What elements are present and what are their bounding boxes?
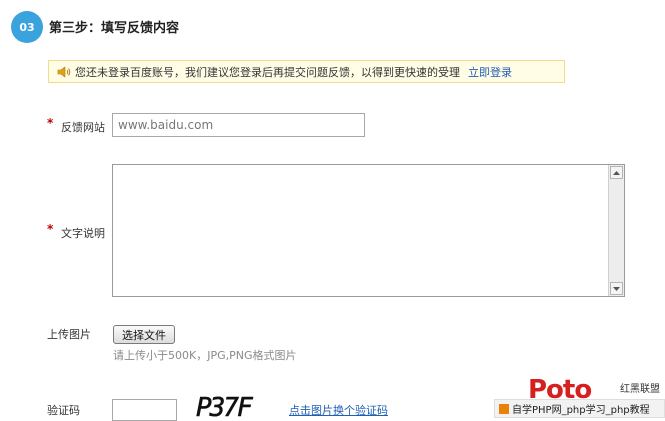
choose-file-button[interactable]: 选择文件 <box>113 325 175 344</box>
scroll-down-button[interactable] <box>610 282 623 295</box>
notice-text: 您还未登录百度账号，我们建议您登录后再提交问题反馈，以得到更快速的受理 <box>75 65 460 79</box>
site-input[interactable]: www.baidu.com <box>112 113 365 137</box>
step-title: 第三步：填写反馈内容 <box>49 21 180 36</box>
watermark-brand: 红黑联盟 <box>620 384 660 395</box>
arrow-up-icon <box>613 170 620 175</box>
desc-textarea[interactable] <box>112 164 625 297</box>
upload-label: 上传图片 <box>47 328 91 341</box>
site-label: 反馈网站 <box>61 121 105 134</box>
upload-hint: 请上传小于500K，JPG,PNG格式图片 <box>113 349 297 362</box>
arrow-down-icon <box>613 286 620 291</box>
login-notice: 您还未登录百度账号，我们建议您登录后再提交问题反馈，以得到更快速的受理 立即登录 <box>48 60 565 83</box>
desc-scrollbar[interactable] <box>608 165 624 296</box>
desc-label: 文字说明 <box>61 227 105 240</box>
required-mark: * <box>47 222 54 236</box>
watermark-bar-text: 自学PHP网_php学习_php教程 <box>512 405 650 416</box>
captcha-text: P37F <box>196 393 254 421</box>
watermark-square-icon <box>499 403 509 414</box>
scroll-up-button[interactable] <box>610 166 623 179</box>
captcha-label: 验证码 <box>47 404 80 417</box>
required-mark: * <box>47 116 54 130</box>
captcha-image[interactable]: P37F <box>194 388 266 421</box>
step-number-badge: 03 <box>11 11 43 43</box>
watermark-bar: 自学PHP网_php学习_php教程 <box>494 399 665 418</box>
speaker-icon <box>57 65 71 78</box>
captcha-input[interactable] <box>112 399 177 421</box>
refresh-captcha-link[interactable]: 点击图片换个验证码 <box>289 402 388 418</box>
login-link[interactable]: 立即登录 <box>468 64 512 80</box>
